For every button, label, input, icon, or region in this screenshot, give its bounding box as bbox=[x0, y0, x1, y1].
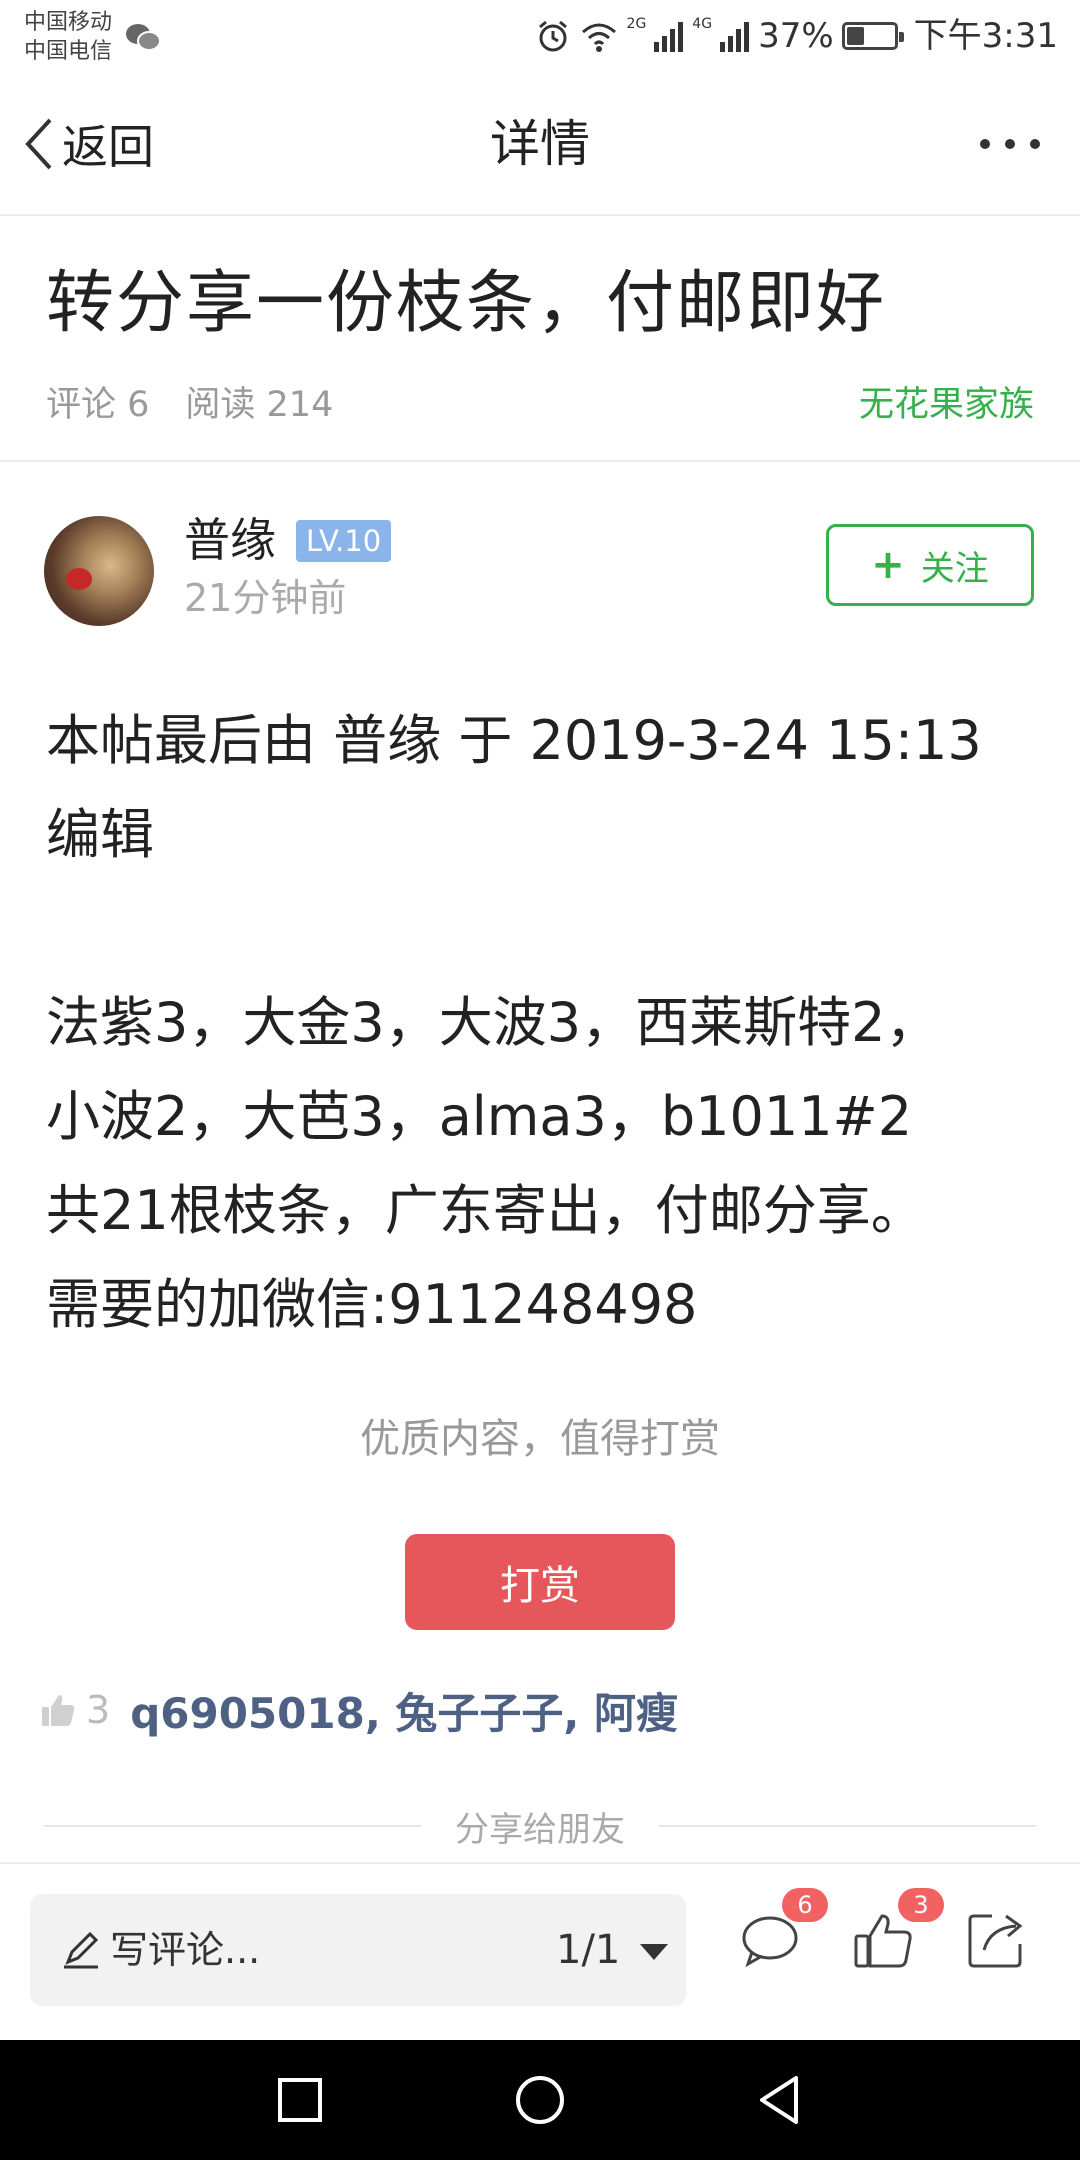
follow-label: 关注 bbox=[920, 548, 989, 589]
network-2-label: 4G bbox=[692, 16, 713, 32]
status-icons: 2G 4G 37% 下午3:31 bbox=[535, 14, 1058, 58]
likers-list[interactable]: q6905018, 兔子子子, 阿瘦 bbox=[130, 1680, 678, 1741]
like-button[interactable]: 3 bbox=[852, 1888, 944, 1972]
author-name[interactable]: 普缘 bbox=[184, 510, 276, 570]
likes-badge: 3 bbox=[898, 1888, 944, 1922]
comments-badge: 6 bbox=[782, 1888, 828, 1922]
back-triangle-icon[interactable] bbox=[750, 2070, 810, 2130]
more-dots-icon[interactable] bbox=[980, 128, 1040, 160]
comments-button[interactable]: 6 bbox=[738, 1888, 828, 1972]
follow-button[interactable]: + 关注 bbox=[826, 524, 1034, 606]
body-line bbox=[46, 882, 1046, 976]
battery-percent: 37% bbox=[758, 16, 834, 56]
share-label: 分享给朋友 bbox=[455, 1809, 625, 1850]
page-indicator[interactable]: 1/1 bbox=[556, 1922, 620, 1978]
comment-placeholder: 写评论... bbox=[110, 1928, 261, 1972]
status-bar: 中国移动 中国电信 2G 4G 37% 下午3:31 bbox=[0, 0, 1080, 72]
reward-hint: 优质内容，值得打赏 bbox=[360, 1416, 720, 1462]
body-line: 需要的加微信:911248498 bbox=[46, 1273, 698, 1336]
share-button[interactable] bbox=[964, 1908, 1028, 1972]
body-line: 本帖最后由 普缘 于 2019-3-24 15:13 bbox=[46, 709, 982, 772]
carrier-info: 中国移动 中国电信 bbox=[24, 8, 112, 66]
share-divider: 分享给朋友 bbox=[44, 1806, 1036, 1850]
clock: 下午3:31 bbox=[913, 16, 1058, 56]
page-title: 详情 bbox=[490, 115, 590, 173]
body-line: 共21根枝条，广东寄出，付邮分享。 bbox=[46, 1179, 925, 1242]
wechat-icon bbox=[126, 24, 161, 51]
post-stats: 评论 6 阅读 214 bbox=[46, 382, 333, 428]
post-time: 21分钟前 bbox=[184, 576, 347, 620]
level-badge: LV.10 bbox=[296, 520, 392, 562]
caret-down-icon[interactable] bbox=[640, 1944, 668, 1960]
network-1-label: 2G bbox=[626, 16, 647, 32]
body-line: 小波2，大芭3，alma3，b1011#2 bbox=[46, 1085, 913, 1148]
post-body: 本帖最后由 普缘 于 2019-3-24 15:13 编辑 法紫3，大金3，大波… bbox=[46, 694, 1046, 1352]
plus-icon: + bbox=[871, 542, 905, 588]
battery-icon bbox=[841, 22, 904, 50]
post-title: 转分享一份枝条，付邮即好 bbox=[46, 264, 887, 343]
comment-count: 评论 6 bbox=[46, 385, 150, 425]
home-circle-icon[interactable] bbox=[510, 2070, 570, 2130]
signal-1-icon bbox=[654, 22, 684, 52]
likes-count: 3 bbox=[86, 1688, 111, 1732]
alarm-icon bbox=[538, 20, 567, 52]
top-nav-bar: 返回 详情 bbox=[0, 72, 1080, 216]
bottom-toolbar: 写评论... 1/1 6 3 bbox=[0, 1862, 1080, 2040]
recents-square-icon[interactable] bbox=[270, 2070, 330, 2130]
battery-level bbox=[846, 27, 864, 45]
carrier-1: 中国移动 bbox=[24, 10, 113, 35]
share-icon bbox=[968, 1914, 1023, 1968]
body-line: 法紫3，大金3，大波3，西莱斯特2， bbox=[46, 991, 940, 1054]
pen-icon bbox=[64, 1931, 99, 1969]
thumbs-up-icon bbox=[42, 1695, 75, 1726]
header-divider bbox=[0, 460, 1080, 462]
read-count: 阅读 214 bbox=[185, 385, 334, 425]
carrier-2: 中国电信 bbox=[24, 39, 113, 64]
avatar[interactable] bbox=[44, 516, 154, 626]
reward-button[interactable]: 打赏 bbox=[405, 1534, 675, 1630]
group-link[interactable]: 无花果家族 bbox=[859, 382, 1034, 428]
comment-input[interactable]: 写评论... 1/1 bbox=[30, 1894, 686, 2006]
system-nav-bar bbox=[0, 2040, 1080, 2160]
likes-row: 3 q6905018, 兔子子子, 阿瘦 bbox=[40, 1680, 678, 1740]
wifi-icon bbox=[581, 23, 616, 52]
body-line: 编辑 bbox=[46, 803, 154, 866]
signal-2-icon bbox=[720, 22, 750, 52]
